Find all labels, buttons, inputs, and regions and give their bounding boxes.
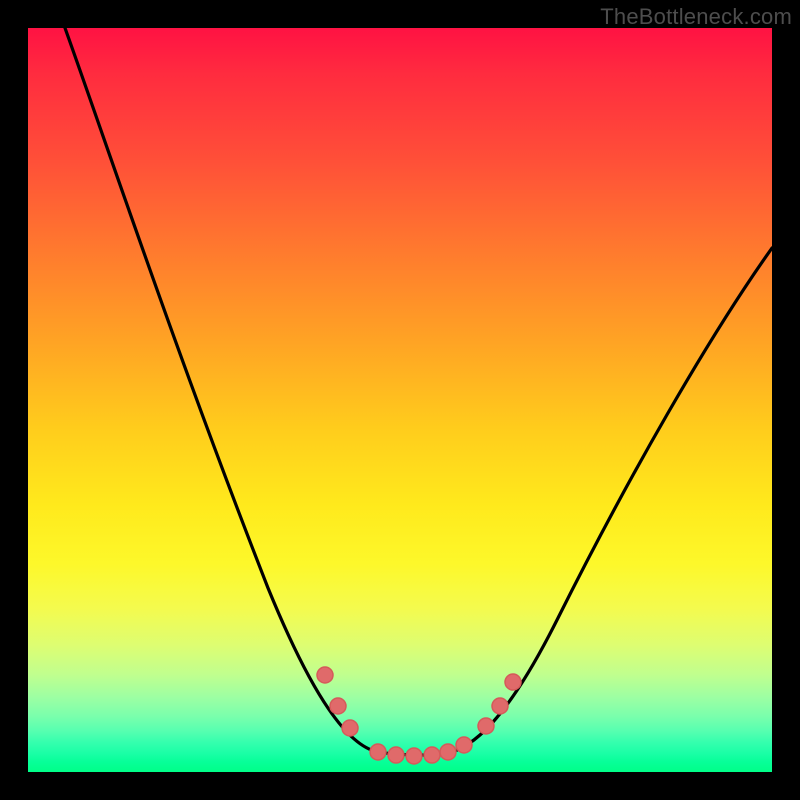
watermark-text: TheBottleneck.com: [600, 4, 792, 30]
plot-area: [28, 28, 772, 772]
curve-path: [65, 28, 772, 755]
marker-dot: [370, 744, 386, 760]
marker-dot: [406, 748, 422, 764]
marker-dot: [492, 698, 508, 714]
marker-dot: [440, 744, 456, 760]
marker-dot: [456, 737, 472, 753]
marker-dot: [388, 747, 404, 763]
marker-dot: [330, 698, 346, 714]
trough-markers: [317, 667, 521, 764]
marker-dot: [478, 718, 494, 734]
marker-dot: [342, 720, 358, 736]
chart-frame: TheBottleneck.com: [0, 0, 800, 800]
marker-dot: [317, 667, 333, 683]
marker-dot: [505, 674, 521, 690]
marker-dot: [424, 747, 440, 763]
bottleneck-curve: [28, 28, 772, 772]
